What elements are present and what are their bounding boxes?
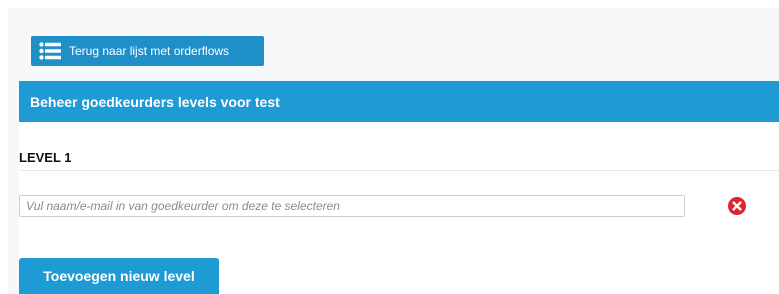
back-button-label: Terug naar lijst met orderflows xyxy=(69,44,230,58)
approver-search-input[interactable] xyxy=(19,195,685,217)
level-list: LEVEL 1 Toevoegen nieuw level xyxy=(19,122,779,294)
add-level-label: Toevoegen nieuw level xyxy=(43,268,195,284)
page-title: Beheer goedkeurders levels voor test xyxy=(30,93,280,110)
section-header: Beheer goedkeurders levels voor test xyxy=(19,81,779,122)
level-title: LEVEL 1 xyxy=(19,150,72,165)
back-to-orderflows-button[interactable]: Terug naar lijst met orderflows xyxy=(31,36,264,66)
add-new-level-button[interactable]: Toevoegen nieuw level xyxy=(19,258,219,294)
remove-level-icon[interactable] xyxy=(728,197,746,215)
divider xyxy=(19,170,779,171)
list-icon xyxy=(37,41,63,61)
